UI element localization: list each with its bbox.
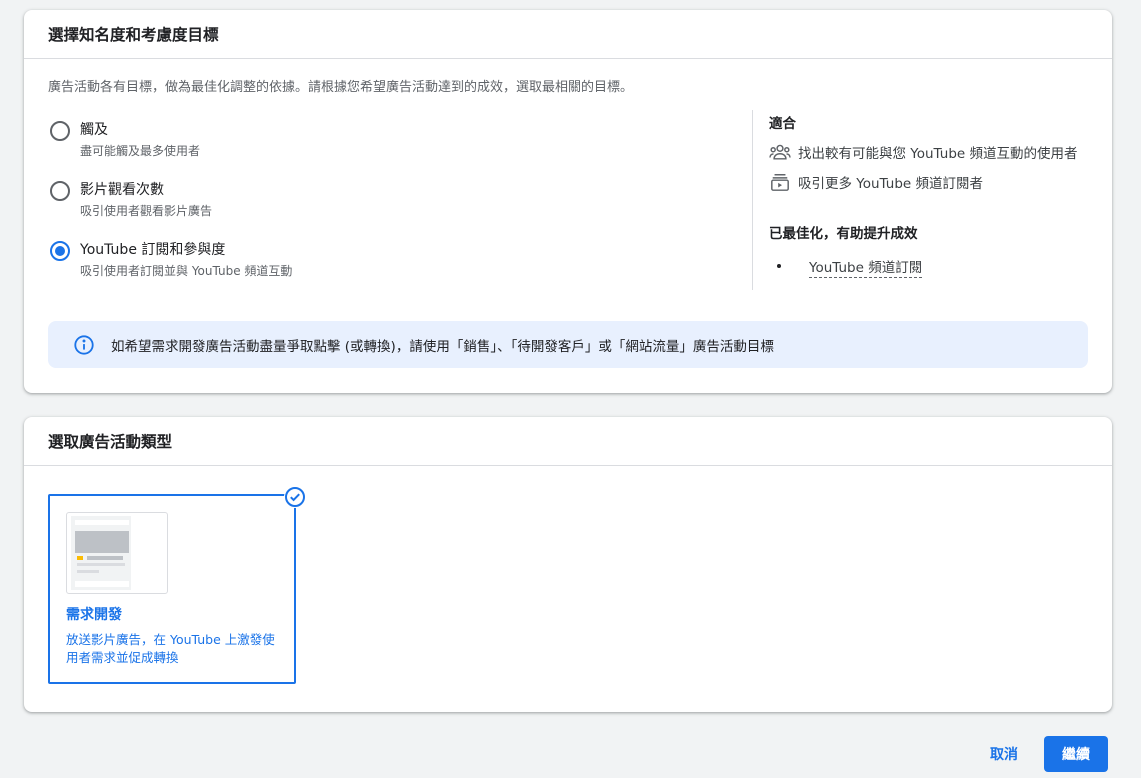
goal-option-youtube-engagement[interactable]: YouTube 訂閱和參與度 吸引使用者訂閱並與 YouTube 頻道互動 [48,238,748,298]
radio-video-views[interactable] [50,181,70,201]
goal-option-subtitle: 盡可能觸及最多使用者 [80,144,201,158]
campaign-type-demand-gen[interactable]: 需求開發 放送影片廣告，在 YouTube 上激發使用者需求並促成轉換 [48,486,306,684]
check-circle-icon [284,486,306,508]
goal-option-reach[interactable]: 觸及 盡可能觸及最多使用者 [48,118,748,178]
goal-card-title: 選擇知名度和考慮度目標 [24,10,1112,59]
suitable-item-text: 找出較有可能與您 YouTube 頻道互動的使用者 [798,146,1078,162]
suitable-item: 吸引更多 YouTube 頻道訂閱者 [769,172,1099,192]
goal-option-subtitle: 吸引使用者訂閱並與 YouTube 頻道互動 [80,264,293,278]
campaign-type-title: 選取廣告活動類型 [24,417,1112,466]
people-icon [769,144,791,160]
info-icon [74,334,94,355]
radio-reach[interactable] [50,121,70,141]
goal-description: 廣告活動各有目標，做為最佳化調整的依據。請根據您希望廣告活動達到的成效，選取最相… [48,80,634,95]
continue-button[interactable]: 繼續 [1044,736,1108,772]
info-banner-text: 如希望需求開發廣告活動盡量爭取點擊 (或轉換)，請使用「銷售」、「待開發客戶」或… [111,338,774,355]
campaign-type-thumbnail [66,512,168,594]
goal-option-title: YouTube 訂閱和參與度 [80,242,226,258]
subscriptions-icon [771,174,789,191]
campaign-type-name: 需求開發 [66,607,122,623]
cancel-button[interactable]: 取消 [976,737,1032,771]
goal-option-title: 觸及 [80,122,108,138]
goal-card: 選擇知名度和考慮度目標 廣告活動各有目標，做為最佳化調整的依據。請根據您希望廣告… [24,10,1112,393]
campaign-type-card: 選取廣告活動類型 需求開發 放送影片廣告，在 YouTube 上激發使用者需求並… [24,417,1112,712]
info-banner: 如希望需求開發廣告活動盡量爭取點擊 (或轉換)，請使用「銷售」、「待開發客戶」或… [48,321,1088,368]
optimized-item-text[interactable]: YouTube 頻道訂閱 [809,260,923,278]
suitable-item-text: 吸引更多 YouTube 頻道訂閱者 [798,176,983,192]
goal-option-title: 影片觀看次數 [80,182,164,198]
suitable-item: 找出較有可能與您 YouTube 頻道互動的使用者 [769,142,1099,162]
suitable-heading: 適合 [769,116,796,132]
optimized-heading: 已最佳化，有助提升成效 [769,226,918,242]
goal-options: 觸及 盡可能觸及最多使用者 影片觀看次數 吸引使用者觀看影片廣告 YouTube… [48,118,748,298]
optimized-item: YouTube 頻道訂閱 [769,256,1099,278]
goal-option-video-views[interactable]: 影片觀看次數 吸引使用者觀看影片廣告 [48,178,748,238]
radio-youtube-engagement[interactable] [50,241,70,261]
vertical-divider [752,110,753,290]
goal-side-panel: 適合 找出較有可能與您 YouTube 頻道互動的使用者 吸引更多 YouTub… [769,112,1099,278]
ad-preview-illustration [71,516,131,590]
campaign-type-description: 放送影片廣告，在 YouTube 上激發使用者需求並促成轉換 [66,632,275,665]
goal-option-subtitle: 吸引使用者觀看影片廣告 [80,204,213,218]
